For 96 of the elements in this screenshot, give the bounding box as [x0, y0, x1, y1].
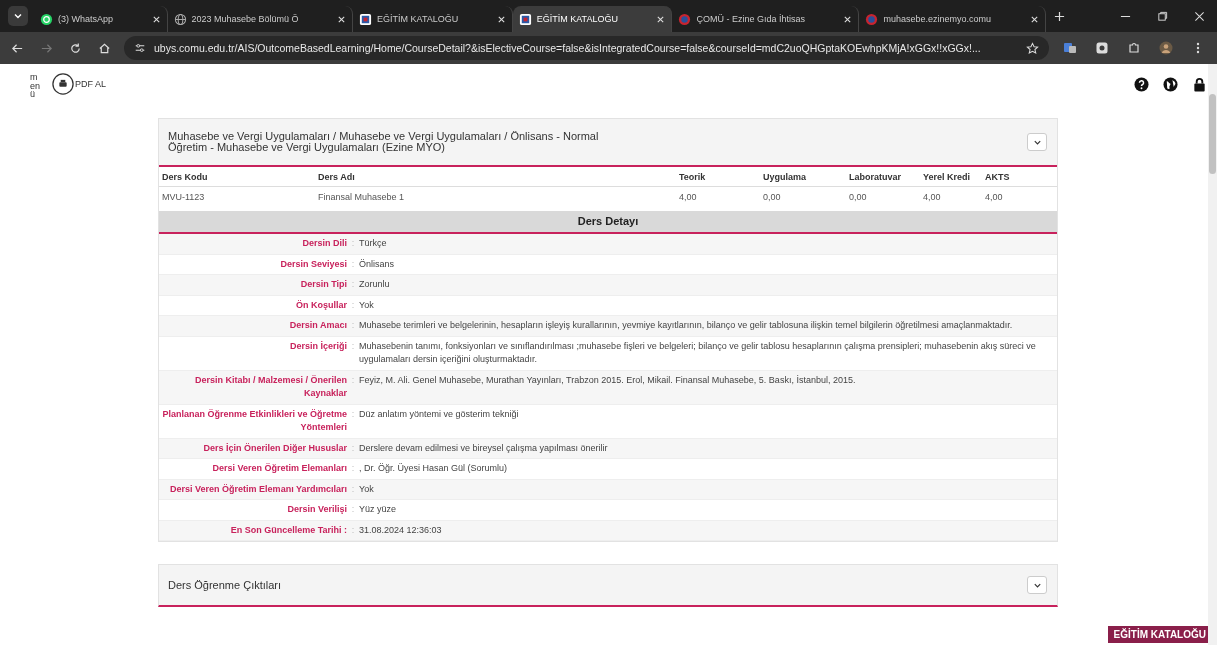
field-value: Feyiz, M. Ali. Genel Muhasebe, Murathan Yayınları, Trabzon 2015. Erol, Mikail. Finansal Muhasebe, 5. Baskı, İstanbul, 2015.	[359, 373, 857, 387]
column-header: Ders Kodu	[159, 167, 315, 187]
field-label: Dersin Verilişi	[286, 503, 347, 516]
logo-icon	[518, 12, 532, 26]
column-header: Laboratuvar	[846, 167, 920, 187]
column-header: Teorik	[676, 167, 760, 187]
chat-icon	[40, 12, 53, 26]
field-value: Derslere devam edilmesi ve bireysel çalışma yapılması önerilir	[359, 441, 609, 455]
field-label: Dersin Amacı	[288, 319, 347, 332]
section-heading: Ders Detayı	[159, 211, 1057, 234]
close-icon[interactable]	[337, 14, 347, 24]
field-label: Planlanan Öğrenme Etkinlikleri ve Öğretme Yöntemleri	[161, 407, 347, 434]
field-label: Dersi Veren Öğretim Elemanları	[211, 462, 347, 475]
close-icon[interactable]	[1029, 14, 1039, 24]
field-label: En Son Güncelleme Tarihi :	[229, 523, 347, 537]
tab-title: ÇOMÜ - Ezine Gıda İhtisas	[696, 14, 806, 24]
bookmark-star-icon[interactable]	[1026, 41, 1039, 55]
course-title: Muhasebe ve Vergi Uygulamaları / Muhasebe ve Vergi Uygulamaları / Önlisans - Normal Öğretim - Muhasebe ve Vergi Uygulamaları (Ezine MYO)	[168, 131, 600, 153]
tab-title: 2023 Muhasebe Bölümü Ö	[191, 14, 300, 24]
separator: :	[351, 279, 355, 289]
tab-search-button[interactable]	[8, 6, 28, 26]
printer-icon	[52, 73, 74, 95]
field-value: Türkçe	[359, 237, 388, 250]
field-value: Yok	[359, 482, 375, 496]
close-icon[interactable]	[496, 14, 506, 24]
collapse-button[interactable]	[1027, 133, 1047, 151]
column-header: AKTS	[982, 167, 1057, 187]
tab-title: (3) WhatsApp	[58, 14, 115, 24]
field-value: Muhasebe terimleri ve belgelerinin, hesapların işleyiş kurallarının, yevmiye kayıtlarının, bilanço ve gelir tablosuna ilişkin temel bilgilerin öğretilmesi amaçlanmaktadır.	[359, 319, 1014, 332]
separator: :	[351, 408, 355, 419]
seal-icon	[865, 12, 879, 26]
expand-button[interactable]	[1027, 576, 1047, 594]
separator: :	[351, 320, 355, 330]
separator: :	[351, 299, 355, 310]
field-value: Yüz yüze	[359, 503, 398, 516]
field-label: Dersin Kitabı / Malzemesi / Önerilen Kaynaklar	[193, 373, 347, 400]
caret-icon	[13, 11, 23, 21]
separator: :	[351, 463, 355, 473]
translate-icon[interactable]	[1063, 41, 1077, 55]
browser-tab[interactable]: EĞİTİM KATALOĞU	[512, 6, 673, 32]
table-cell: 4,00	[982, 186, 1057, 211]
field-value: Önlisans	[359, 257, 395, 271]
field-label: Dersi Veren Öğretim Elemanı Yardımcıları	[169, 482, 347, 496]
separator: :	[351, 442, 355, 453]
field-label: Dersin Seviyesi	[279, 257, 347, 271]
tab-title: muhasebe.ezinemyo.comu	[883, 14, 992, 24]
field-value: , Dr. Öğr. Üyesi Hasan Gül (Sorumlu)	[359, 462, 509, 475]
field-value: Zorunlu	[359, 278, 391, 291]
field-label: Ders İçin Önerilen Diğer Hususlar	[202, 441, 347, 455]
field-value: 31.08.2024 12:36:03	[359, 523, 443, 537]
logo-icon	[359, 12, 373, 26]
column-header: Uygulama	[760, 167, 846, 187]
lock-icon[interactable]	[1192, 76, 1207, 92]
help-icon[interactable]	[1134, 76, 1149, 92]
tab-title: EĞİTİM KATALOĞU	[377, 14, 460, 24]
field-label: Dersin İçeriği	[288, 339, 347, 353]
puzzle-icon[interactable]	[1127, 41, 1141, 55]
close-icon[interactable]	[151, 14, 161, 24]
close-icon[interactable]	[1194, 10, 1205, 22]
new-tab-icon[interactable]	[1053, 10, 1065, 22]
field-value: Muhasebenin tanımı, fonksiyonları ve sınıflandırılması ;muhasebe fişleri ve belgeleri; bilanço ve gelir tablosu hesaplarının çalışma prensipleri; muhasebenin akış süreci ve uygulamaları dersin içeriğini oluşturmaktadır.	[359, 339, 1037, 366]
reload-icon[interactable]	[69, 41, 82, 55]
address-field[interactable]: ubys.comu.edu.tr/AIS/OutcomeBasedLearning/Home/CourseDetail?&isElectiveCourse=false&isIntegratedCourse=false&courseId=mdC2uoQHGptaKOEwhpKMjA!xGGx!!xGGx!...	[124, 36, 1049, 60]
avatar-icon[interactable]	[1159, 41, 1173, 55]
close-icon[interactable]	[656, 14, 666, 24]
separator: :	[351, 524, 355, 535]
table-cell: Finansal Muhasebe 1	[315, 186, 676, 211]
separator: :	[351, 504, 355, 514]
separator: :	[351, 374, 355, 385]
field-label: Ön Koşullar	[295, 298, 347, 312]
table-cell: 4,00	[920, 186, 982, 211]
home-icon[interactable]	[98, 41, 111, 55]
menu-link[interactable]: menü	[30, 73, 42, 99]
separator: :	[351, 238, 355, 248]
table-cell: MVU-1123	[159, 186, 315, 211]
table-cell: 0,00	[760, 186, 846, 211]
field-value: Düz anlatım yöntemi ve gösterim tekniği	[359, 407, 520, 421]
column-header: Yerel Kredi	[920, 167, 982, 187]
separator: :	[351, 483, 355, 494]
panel-title: Ders Öğrenme Çıktıları	[168, 579, 283, 591]
tab-title: EĞİTİM KATALOĞU	[536, 14, 619, 24]
table-cell: 4,00	[676, 186, 760, 211]
field-label: Dersin Dili	[301, 237, 347, 250]
column-header: Ders Adı	[315, 167, 676, 187]
field-label: Dersin Tipi	[299, 278, 347, 291]
separator: :	[351, 258, 355, 269]
table-cell: 0,00	[846, 186, 920, 211]
scrollbar[interactable]	[1208, 64, 1217, 645]
pdf-button[interactable]: PDF AL	[52, 73, 106, 95]
seal-icon	[678, 12, 692, 26]
separator: :	[351, 340, 355, 351]
site-settings-icon[interactable]	[134, 42, 146, 54]
field-value: Yok	[359, 298, 375, 312]
extension-icon[interactable]	[1095, 41, 1109, 55]
close-icon[interactable]	[843, 14, 853, 24]
restore-icon[interactable]	[1157, 10, 1168, 22]
